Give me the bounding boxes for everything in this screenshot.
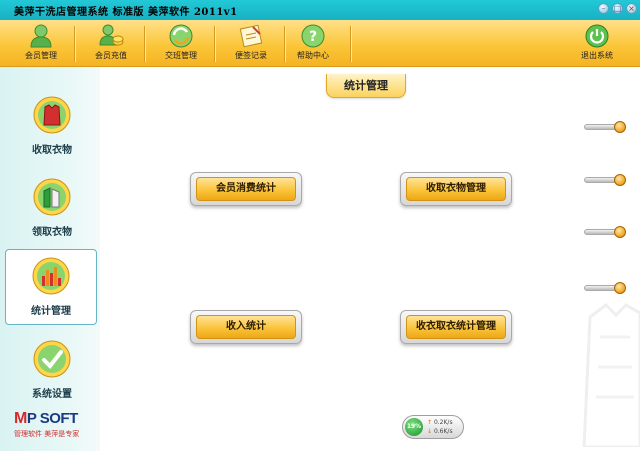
note-icon xyxy=(239,24,263,48)
shift-icon xyxy=(169,24,193,48)
slider-knob[interactable] xyxy=(584,282,628,294)
power-icon xyxy=(585,24,609,48)
exit-button[interactable]: 退出系统 xyxy=(566,20,628,66)
toolbar: 会员管理 会员充值 交班管理 便签记录 ? 帮助中心 退出系统 xyxy=(0,20,640,67)
toolbar-item-shift[interactable]: 交班管理 xyxy=(150,20,212,66)
title-bar: 美萍干洗店管理系统 标准版 美萍软件 2011v1 – □ × xyxy=(0,0,640,20)
sidebar-item-statistics[interactable]: 统计管理 xyxy=(5,249,97,325)
statistics-icon xyxy=(32,257,70,295)
sidebar-item-pickup-clothes[interactable]: 领取衣物 xyxy=(6,171,98,247)
recharge-icon xyxy=(99,24,124,46)
sidebar-item-collect-clothes[interactable]: 收取衣物 xyxy=(6,89,98,165)
pickup-clothes-icon xyxy=(33,178,71,216)
slider-knob[interactable] xyxy=(584,121,628,133)
slider-knob[interactable] xyxy=(584,174,628,186)
help-icon: ? xyxy=(301,24,325,48)
toolbar-item-member[interactable]: 会员管理 xyxy=(10,20,72,66)
collect-clothes-icon xyxy=(33,96,71,134)
cpu-percent: 19% xyxy=(405,418,423,436)
toolbar-item-notes[interactable]: 便签记录 xyxy=(220,20,282,66)
member-icon xyxy=(30,24,52,48)
download-speed: ↓ 0.6K/s xyxy=(427,428,453,435)
slider-knob[interactable] xyxy=(584,226,628,238)
garment-watermark-icon xyxy=(582,303,640,447)
sidebar-item-settings[interactable]: 系统设置 xyxy=(6,333,98,409)
member-consumption-stats-button[interactable]: 会员消费统计 xyxy=(190,172,302,206)
network-speed-widget[interactable]: 19% ↑ 0.2K/s ↓ 0.6K/s xyxy=(402,415,464,439)
upload-speed: ↑ 0.2K/s xyxy=(427,419,453,426)
main-panel: 会员消费统计 收取衣物管理 收入统计 收衣取衣统计管理 xyxy=(100,67,640,451)
toolbar-item-recharge[interactable]: 会员充值 xyxy=(80,20,142,66)
collect-clothes-management-button[interactable]: 收取衣物管理 xyxy=(400,172,512,206)
sidebar: 收取衣物 领取衣物 统计管理 系统设置 MP SOFT 管理软件 美萍是专家 xyxy=(0,67,100,451)
svg-text:?: ? xyxy=(309,29,317,45)
toolbar-item-help[interactable]: ? 帮助中心 xyxy=(282,20,344,66)
settings-icon xyxy=(33,340,71,378)
window-title: 美萍干洗店管理系统 标准版 美萍软件 2011v1 xyxy=(14,7,238,18)
maximize-button[interactable]: □ xyxy=(612,3,623,14)
minimize-button[interactable]: – xyxy=(598,3,609,14)
section-title: 统计管理 xyxy=(326,74,406,98)
close-button[interactable]: × xyxy=(626,3,637,14)
income-stats-button[interactable]: 收入统计 xyxy=(190,310,302,344)
brand-logo: MP SOFT 管理软件 美萍是专家 xyxy=(14,410,80,438)
collect-pickup-stats-button[interactable]: 收衣取衣统计管理 xyxy=(400,310,512,344)
